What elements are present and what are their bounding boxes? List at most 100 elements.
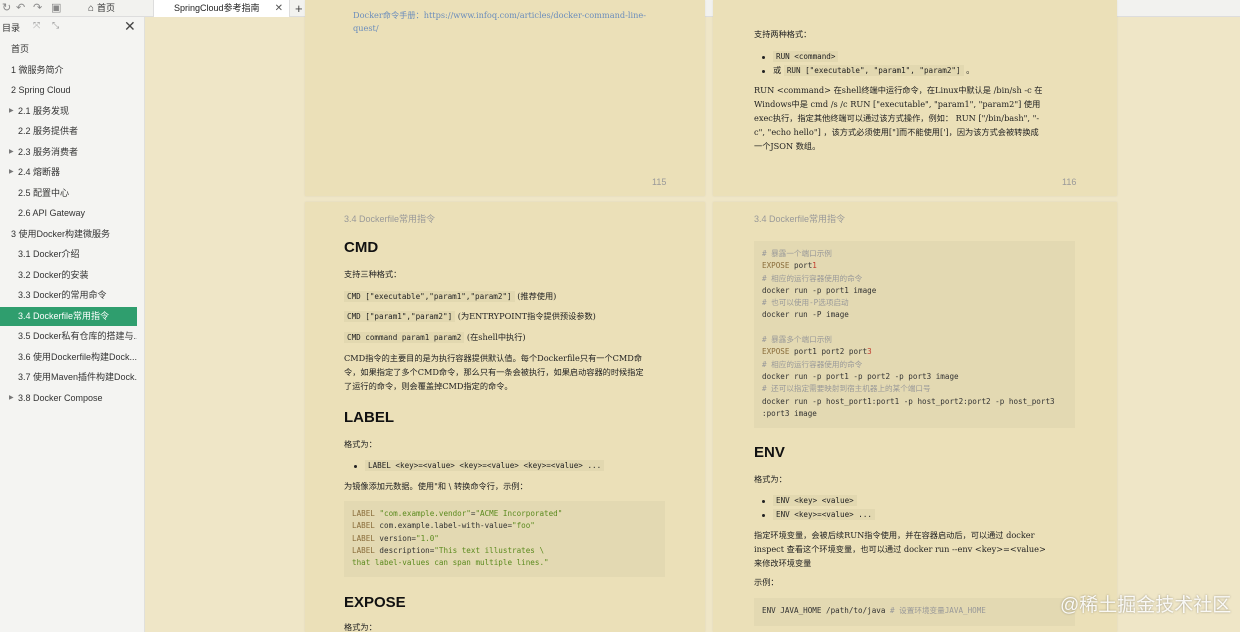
env-desc-line2: inspect 查看这个环境变量，也可以通过 docker run --env … xyxy=(754,544,1046,554)
cmd-desc-line1: CMD指令的主要目的是为执行容器提供默认值。每个Dockerfile只有一个CM… xyxy=(344,353,643,363)
expand-arrow-icon[interactable]: ▶ xyxy=(9,163,14,182)
code-line: docker run -p port1 image xyxy=(762,285,877,295)
toc-item[interactable]: 2.2 服务提供者 xyxy=(0,122,137,141)
running-head: 3.4 Dockerfile常用指令 xyxy=(344,214,436,224)
running-head: 3.4 Dockerfile常用指令 xyxy=(754,214,846,224)
doc-link-line1[interactable]: Docker命令手册：https://www.infoq.com/article… xyxy=(353,9,646,22)
toc-item-label: 2.6 API Gateway xyxy=(18,208,86,218)
toc-item-label: 2.1 服务发现 xyxy=(18,105,70,116)
env-example-label: 示例： xyxy=(754,577,779,587)
expand-arrow-icon[interactable]: ▶ xyxy=(9,102,14,121)
code-line: docker run -p port1 -p port2 -p port3 im… xyxy=(762,371,959,381)
save-icon[interactable]: ▣ xyxy=(51,2,61,15)
cmd-format-1: CMD ["executable","param1","param2"] (推荐… xyxy=(344,290,556,303)
code-line: # 也可以使用-P选项启动 xyxy=(762,298,849,308)
toc-item[interactable]: ▶ 3.8 Docker Compose xyxy=(0,389,137,408)
expand-all-icon[interactable]: ⤧ xyxy=(33,20,40,31)
home-label: 首页 xyxy=(97,3,116,13)
doc-link-line2[interactable]: quest/ xyxy=(353,22,379,35)
toc-sidebar: 目录 ⤧ ⤡ ✕ 首页 1 微服务简介 2 Spring Cloud ▶ 2.1 服务发… xyxy=(0,17,145,632)
toc-item[interactable]: 首页 xyxy=(0,40,137,59)
code-line: LABEL description="This text illustrates… xyxy=(352,545,545,555)
toc-item[interactable]: 3.5 Docker私有仓库的搭建与... xyxy=(0,327,137,346)
page-number: 116 xyxy=(1062,177,1077,187)
env-desc-line1: 指定环境变量，会被后续RUN指令使用，并在容器启动后，可以通过 docker xyxy=(754,530,1035,540)
label-format: LABEL <key>=<value> <key>=<value> <key>=… xyxy=(365,460,605,471)
home-icon: ⌂ xyxy=(88,3,95,14)
close-sidebar-icon[interactable]: ✕ xyxy=(124,18,136,35)
code-line: # 还可以指定需要映射到宿主机器上的某个端口号 xyxy=(762,384,931,394)
toc-title: 目录 xyxy=(2,23,21,33)
toc-item-label: 3.7 使用Maven插件构建Dock... xyxy=(18,372,137,382)
toc-item[interactable]: 3.1 Docker介绍 xyxy=(0,245,137,264)
code-line: EXPOSE port1 xyxy=(762,261,817,271)
toc-item-label: 3.4 Dockerfile常用指令 xyxy=(18,310,110,321)
expose-heading: EXPOSE xyxy=(344,594,406,611)
new-tab-button[interactable]: + xyxy=(295,0,303,17)
expose-intro: 格式为： xyxy=(344,622,377,632)
run-desc-line4: c", "echo hello"] ，该方式必须使用["]而不能使用[']，因为… xyxy=(754,127,1039,137)
expand-arrow-icon[interactable]: ▶ xyxy=(9,143,14,162)
toc-item[interactable]: 2 Spring Cloud xyxy=(0,81,137,100)
collapse-all-icon[interactable]: ⤡ xyxy=(52,20,59,31)
redo-icon[interactable]: ↷ xyxy=(33,2,42,15)
toc-item[interactable]: 2.5 配置中心 xyxy=(0,184,137,203)
bullet xyxy=(762,500,765,503)
toc-item-label: 3.8 Docker Compose xyxy=(18,392,103,403)
bullet xyxy=(762,56,765,59)
cmd-intro: 支持三种格式： xyxy=(344,269,402,279)
env-intro: 格式为： xyxy=(754,474,787,484)
label-intro: 格式为： xyxy=(344,439,377,449)
bullet xyxy=(762,70,765,73)
env-format-2: ENV <key>=<value> ... xyxy=(773,509,876,520)
code-line: # 相应的运行容器使用的命令 xyxy=(762,359,863,369)
toc-item[interactable]: 3.2 Docker的安装 xyxy=(0,266,137,285)
code-line: :port3 image xyxy=(762,408,817,418)
toc-item[interactable]: ▶ 2.1 服务发现 xyxy=(0,102,137,121)
run-desc-line5: 一个JSON 数组。 xyxy=(754,141,821,151)
code-line: # 相应的运行容器使用的命令 xyxy=(762,273,863,283)
env-heading: ENV xyxy=(754,444,785,461)
code-line: # 暴露多个端口示例 xyxy=(762,335,832,345)
label-code-block: LABEL "com.example.vendor"="ACME Incorpo… xyxy=(344,501,665,577)
cmd-desc-line3: 了运行的命令，则会覆盖掉CMD指定的命令。 xyxy=(344,381,513,391)
toc-item-label: 2.3 服务消费者 xyxy=(18,146,79,157)
tab-springcloud-guide[interactable]: SpringCloud参考指南 ✕ xyxy=(153,0,290,17)
expand-arrow-icon[interactable]: ▶ xyxy=(9,389,14,408)
toc-item[interactable]: 3 使用Docker构建微服务 xyxy=(0,225,137,244)
cmd-format-2: CMD ["param1","param2"] (为ENTRYPOINT指令提供… xyxy=(344,310,596,323)
toc-item[interactable]: 3.7 使用Maven插件构建Dock... xyxy=(0,368,137,387)
code-line: LABEL "com.example.vendor"="ACME Incorpo… xyxy=(352,509,563,518)
page-116: 支持两种格式： RUN <command> 或 RUN ["executable… xyxy=(713,0,1117,196)
home-button[interactable]: ⌂ 首页 xyxy=(88,2,115,15)
toc-item-label: 3.3 Docker的常用命令 xyxy=(18,290,107,300)
tab-close-icon[interactable]: ✕ xyxy=(275,0,283,17)
toc-item[interactable]: ▶ 2.3 服务消费者 xyxy=(0,143,137,162)
run-format-2: 或 RUN ["executable", "param1", "param2"]… xyxy=(773,65,975,76)
env-example-code: ENV JAVA_HOME /path/to/java # 设置环境变量JAVA… xyxy=(754,598,1075,626)
toc-item-label: 1 微服务简介 xyxy=(11,64,64,75)
toc-item[interactable]: 3.6 使用Dockerfile构建Dock... xyxy=(0,348,137,367)
toc-item-label: 2.4 熔断器 xyxy=(18,167,61,177)
toc-item-label: 2 Spring Cloud xyxy=(11,85,71,95)
toc-item[interactable]: 2.6 API Gateway xyxy=(0,204,137,223)
toc-item-label: 首页 xyxy=(11,44,30,54)
toc-item-label: 2.2 服务提供者 xyxy=(18,126,79,136)
toc-item[interactable]: 3.4 Dockerfile常用指令 xyxy=(0,306,137,326)
toc-item-label: 3.5 Docker私有仓库的搭建与... xyxy=(18,331,137,341)
toc-item[interactable]: ▶ 2.4 熔断器 xyxy=(0,163,137,182)
code-line: that label-values can span multiple line… xyxy=(352,558,549,568)
expose-code-block: # 暴露一个端口示例 EXPOSE port1 # 相应的运行容器使用的命令 dock… xyxy=(754,241,1075,428)
page-115: Docker命令手册：https://www.infoq.com/article… xyxy=(305,0,705,196)
watermark: @稀土掘金技术社区 xyxy=(1060,595,1232,616)
run-intro: 支持两种格式： xyxy=(754,29,812,39)
env-format-1: ENV <key> <value> xyxy=(773,495,857,506)
undo-icon[interactable]: ↶ xyxy=(16,2,25,15)
toc-header: 目录 ⤧ ⤡ ✕ xyxy=(0,17,144,37)
toc-item[interactable]: 1 微服务简介 xyxy=(0,61,137,80)
rotate-icon[interactable]: ↻ xyxy=(2,2,11,15)
run-desc-line3: exec执行，指定其他终端可以通过该方式操作，例如： RUN ["/bin/ba… xyxy=(754,113,1040,123)
code-line: docker run -p host_port1:port1 -p host_p… xyxy=(762,396,1055,406)
toc-item[interactable]: 3.3 Docker的常用命令 xyxy=(0,286,137,305)
label-heading: LABEL xyxy=(344,409,394,426)
